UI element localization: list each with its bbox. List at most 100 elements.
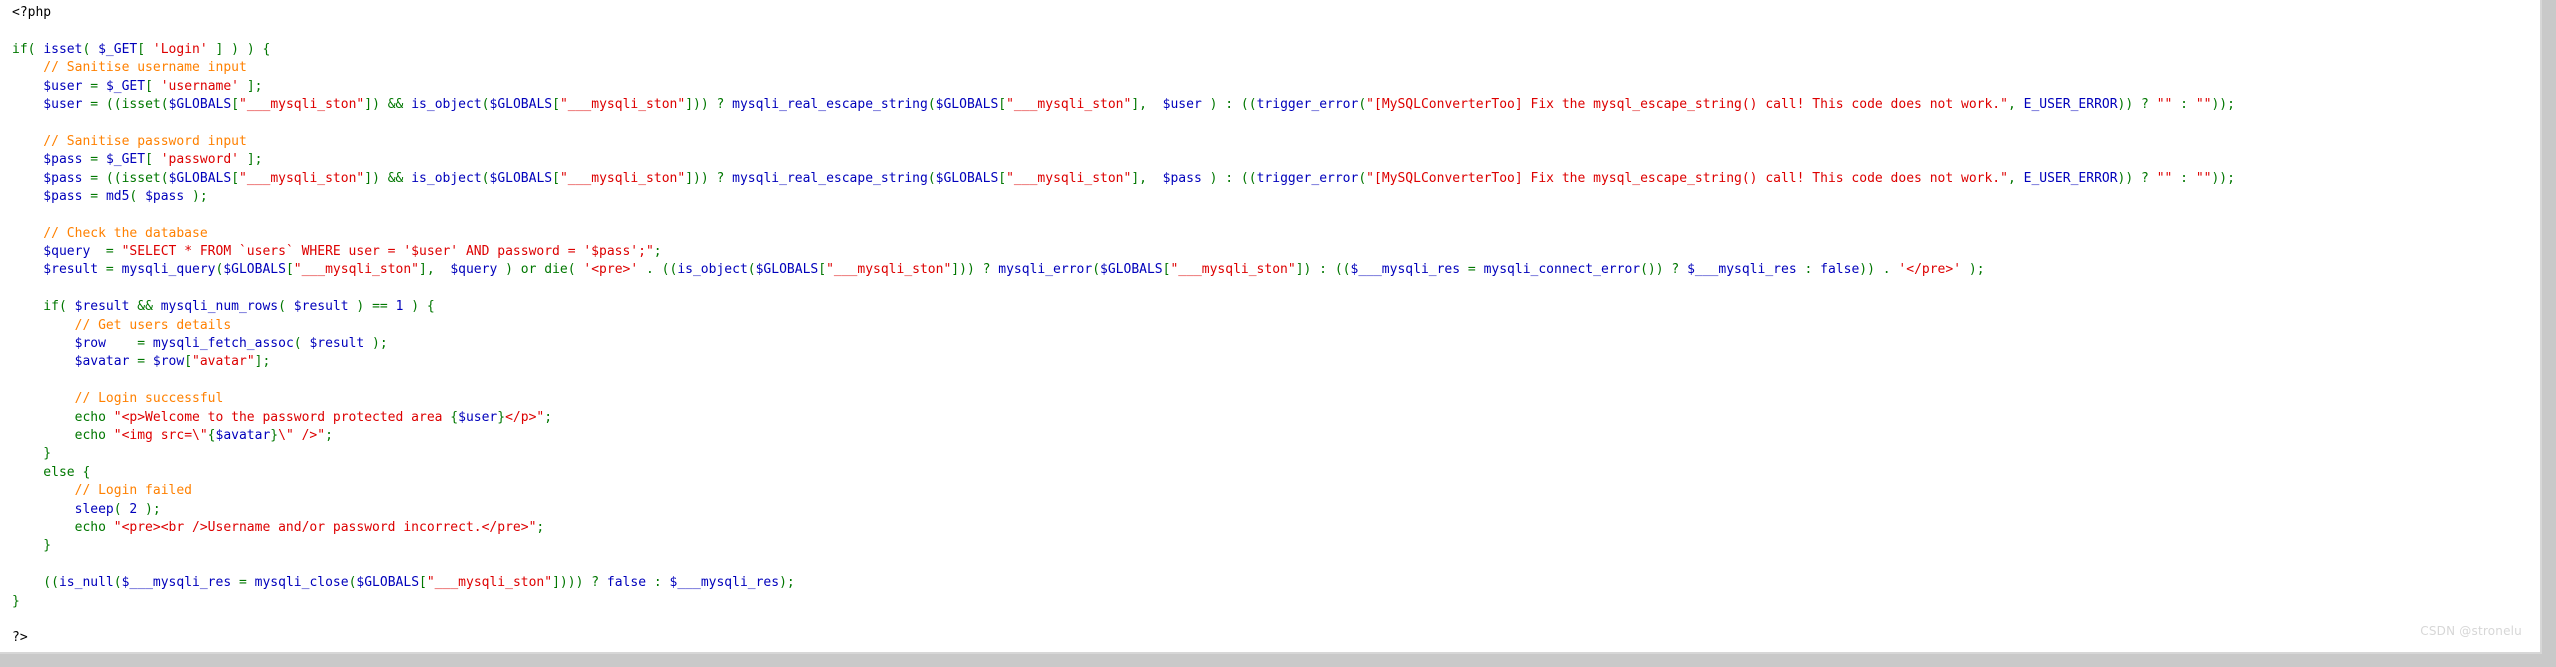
code-token: : — [2172, 96, 2196, 112]
code-token: ( — [927, 170, 936, 186]
code-token: $GLOBALS — [935, 170, 999, 186]
code-token: $avatar — [215, 427, 271, 443]
code-token: $GLOBALS — [356, 575, 420, 591]
code-token: ); — [1961, 262, 1985, 278]
code-line: } — [12, 593, 2235, 611]
code-token: ; — [536, 519, 545, 535]
code-token: '<pre>' — [583, 262, 639, 278]
code-token: $pass — [12, 188, 91, 204]
code-line: // Get users details — [12, 317, 2235, 335]
code-token: $row — [152, 354, 185, 370]
code-token: )) . — [1859, 262, 1899, 278]
code-token: ])) ? — [685, 96, 733, 112]
code-token: (( — [12, 575, 59, 591]
code-token: ; — [544, 409, 553, 425]
code-token: $_GET — [105, 152, 146, 168]
code-line: ?> — [12, 629, 2235, 647]
code-token: "___mysqli_ston" — [1170, 262, 1296, 278]
code-token: ); — [137, 501, 161, 517]
code-token: , — [2007, 170, 2024, 186]
code-token: "" — [2156, 170, 2173, 186]
code-token: = — [1460, 262, 1484, 278]
code-line: sleep( 2 ); — [12, 501, 2235, 519]
code-token: ( — [927, 96, 936, 112]
code-line: $result = mysqli_query($GLOBALS["___mysq… — [12, 261, 2235, 279]
code-token: $row — [12, 336, 138, 352]
code-token: $query — [12, 244, 106, 260]
code-line: $row = mysqli_fetch_assoc( $result ); — [12, 335, 2235, 353]
code-token: = ((isset( — [90, 96, 169, 112]
code-token: [ — [818, 262, 827, 278]
code-token: "___mysqli_ston" — [239, 96, 365, 112]
code-token: ]; — [239, 78, 263, 94]
code-token: ( — [129, 188, 146, 204]
code-token: "" — [2195, 170, 2212, 186]
php-source-code: <?php if( isset( $_GET[ 'Login' ] ) ) { … — [12, 4, 2235, 648]
code-token: ); — [364, 336, 388, 352]
code-token: ( — [1358, 170, 1367, 186]
code-token: ]) : (( — [1295, 262, 1351, 278]
code-line: } — [12, 445, 2235, 463]
code-token: $pass — [12, 152, 91, 168]
code-token: $user — [12, 78, 91, 94]
code-token: E_USER_ERROR — [2023, 170, 2118, 186]
code-token: if( — [12, 299, 75, 315]
code-token: "___mysqli_ston" — [559, 96, 686, 112]
code-token: ?> — [12, 630, 28, 646]
code-token: "___mysqli_ston" — [293, 262, 420, 278]
code-token: ])) ? — [951, 262, 999, 278]
code-token: ]; — [239, 152, 263, 168]
code-token: echo — [12, 427, 114, 443]
code-token: $GLOBALS — [489, 96, 553, 112]
code-token: ( — [481, 96, 490, 112]
code-token: "[MySQLConverterToo] Fix the mysql_escap… — [1366, 170, 2008, 186]
code-token: [ — [145, 78, 161, 94]
code-token: [ — [998, 96, 1007, 112]
code-line: if( $result && mysqli_num_rows( $result … — [12, 298, 2235, 316]
code-token: mysqli_connect_error — [1483, 262, 1641, 278]
code-token: $GLOBALS — [935, 96, 999, 112]
code-token: . (( — [638, 262, 678, 278]
code-token: $GLOBALS — [1100, 262, 1163, 278]
code-token: "___mysqli_ston" — [426, 575, 553, 591]
code-token: [ — [231, 96, 240, 112]
code-token: mysqli_real_escape_string — [732, 170, 928, 186]
code-line: echo "<pre><br />Username and/or passwor… — [12, 519, 2235, 537]
code-token: $user — [458, 409, 498, 425]
code-token: [ — [231, 170, 240, 186]
code-token: // Login failed — [12, 483, 193, 499]
code-token: $___mysqli_res — [669, 575, 780, 591]
code-token: mysqli_real_escape_string — [732, 96, 928, 112]
code-token: 'username' — [160, 78, 240, 94]
code-token: // Sanitise password input — [12, 133, 247, 149]
code-line: $avatar = $row["avatar"]; — [12, 353, 2235, 371]
code-token: } — [12, 446, 52, 462]
code-token: = — [90, 78, 106, 94]
code-token: $result — [74, 299, 130, 315]
code-token: [ — [552, 96, 560, 112]
code-token: $pass — [12, 170, 91, 186]
code-token: ]))) ? — [552, 575, 607, 591]
code-token: ) or die( — [497, 262, 584, 278]
code-line: $user = $_GET[ 'username' ]; — [12, 78, 2235, 96]
code-token: \" />" — [278, 427, 326, 443]
code-token: , — [2007, 96, 2024, 112]
code-token: = ((isset( — [90, 170, 169, 186]
code-token: is_object — [411, 170, 482, 186]
code-line: $user = ((isset($GLOBALS["___mysqli_ston… — [12, 96, 2235, 114]
code-token: '</pre>' — [1898, 262, 1962, 278]
code-line: // Login failed — [12, 482, 2235, 500]
code-token: trigger_error — [1256, 170, 1359, 186]
code-token: = — [137, 354, 153, 370]
code-token: $___mysqli_res — [1350, 262, 1461, 278]
code-token: ])) ? — [685, 170, 733, 186]
code-line: // Sanitise password input — [12, 133, 2235, 151]
code-token: is_object — [677, 262, 748, 278]
code-token: ( — [82, 41, 99, 57]
code-token: $pass — [145, 188, 185, 204]
code-token: ( — [113, 575, 122, 591]
code-token: = — [105, 262, 122, 278]
